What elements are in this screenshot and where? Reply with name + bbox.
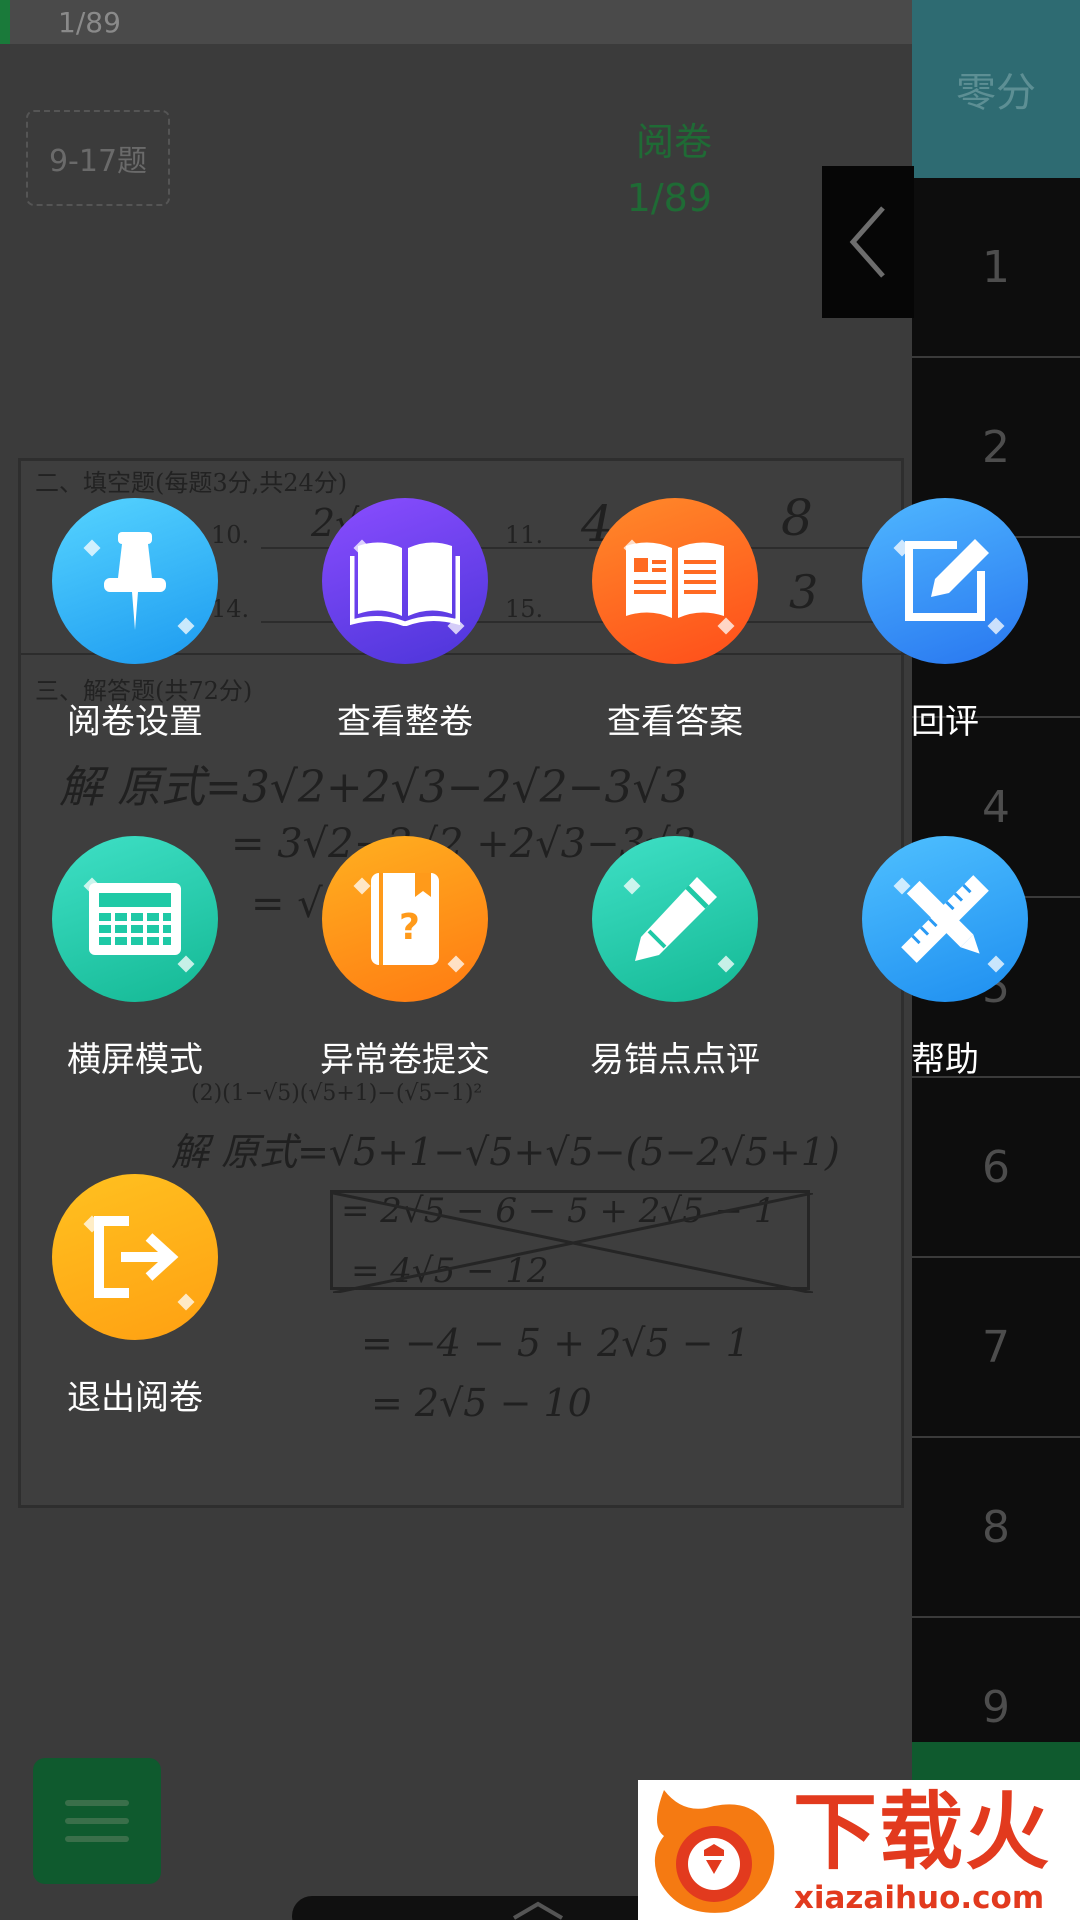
question-book-icon: ? — [371, 873, 439, 965]
zero-score-button[interactable]: 零分 — [912, 0, 1080, 178]
work-line-8: = 2√5 − 10 — [371, 1381, 592, 1425]
menu-label: 易错点点评 — [590, 1040, 760, 1080]
menu-item-error-point-review[interactable]: 易错点点评 — [555, 836, 795, 1116]
crossed-out-work — [330, 1190, 813, 1293]
watermark: 下载火 xiazaihuo.com — [638, 1780, 1080, 1920]
screen: 1/89 9-17题 阅卷 1/89 二、填空题(每题3分,共24分) 10. … — [0, 0, 1080, 1920]
menu-label: 帮助 — [911, 1040, 979, 1080]
exit-icon — [94, 1216, 179, 1298]
review-progress: 1/89 — [626, 176, 712, 220]
menu-label: 退出阅卷 — [67, 1378, 203, 1418]
menu-item-view-answers[interactable]: 查看答案 — [555, 498, 795, 778]
collapse-panel-button[interactable] — [822, 166, 914, 318]
review-counter: 阅卷 1/89 — [627, 114, 712, 226]
menu-icon-bg — [862, 498, 1028, 664]
pencil-icon — [635, 877, 717, 961]
pushpin-icon — [104, 532, 166, 630]
work-line-7: = −4 − 5 + 2√5 − 1 — [361, 1321, 750, 1365]
menu-label: 查看答案 — [607, 702, 743, 742]
cross-out-lines — [333, 1193, 813, 1293]
question-number-item[interactable]: 7 — [912, 1258, 1080, 1438]
menu-item-re-review[interactable]: 回评 — [825, 498, 1065, 778]
menu-item-help[interactable]: 帮助 — [825, 836, 1065, 1116]
progress-strip: 1/89 — [0, 0, 912, 44]
question-number-item[interactable]: 1 — [912, 178, 1080, 358]
menu-label: 异常卷提交 — [320, 1040, 490, 1080]
chevron-left-icon — [849, 206, 885, 278]
question-range-button[interactable]: 9-17题 — [26, 110, 170, 206]
hamburger-line — [65, 1836, 129, 1842]
menu-icon-bg — [322, 498, 488, 664]
question-number-item[interactable]: 9 — [912, 1618, 1080, 1798]
work-line-4: 解 原式=√5+1−√5+√5−(5−2√5+1) — [171, 1130, 840, 1174]
watermark-url: xiazaihuo.com — [793, 1880, 1045, 1916]
progress-accent — [0, 0, 10, 44]
menu-item-exit-grading[interactable]: 退出阅卷 — [15, 1174, 255, 1454]
hamburger-menu-button[interactable] — [33, 1758, 161, 1884]
menu-icon-bg — [52, 498, 218, 664]
menu-icon-bg: ? — [322, 836, 488, 1002]
chevron-up-icon — [512, 1901, 564, 1920]
hamburger-line — [65, 1818, 129, 1824]
menu-item-landscape-mode[interactable]: 横屏模式 — [15, 836, 255, 1116]
watermark-title: 下载火 — [792, 1783, 1051, 1881]
edit-icon — [905, 539, 989, 621]
progress-text: 1/89 — [58, 6, 121, 39]
menu-label: 查看整卷 — [337, 702, 473, 742]
menu-item-view-full-paper[interactable]: 查看整卷 — [285, 498, 525, 778]
sparkle — [447, 955, 465, 973]
menu-label: 横屏模式 — [67, 1040, 203, 1080]
menu-icon-bg — [592, 836, 758, 1002]
question-number-item[interactable]: 8 — [912, 1438, 1080, 1618]
hamburger-line — [65, 1800, 129, 1806]
menu-item-grading-settings[interactable]: 阅卷设置 — [15, 498, 255, 778]
menu-icon-bg — [592, 498, 758, 664]
keyboard-icon — [89, 883, 181, 955]
menu-icon-bg — [862, 836, 1028, 1002]
menu-icon-bg — [52, 836, 218, 1002]
menu-icon-bg — [52, 1174, 218, 1340]
review-title: 阅卷 — [635, 120, 712, 164]
gesture-bar[interactable] — [292, 1896, 672, 1920]
ruler-pencil-icon — [901, 875, 989, 963]
sparkle — [177, 617, 195, 635]
menu-label: 回评 — [911, 702, 979, 742]
menu-item-abnormal-paper-submit[interactable]: ? 异常卷提交 — [285, 836, 525, 1116]
section-fill-heading: 二、填空题(每题3分,共24分) — [35, 469, 348, 497]
svg-text:?: ? — [399, 907, 420, 948]
menu-label: 阅卷设置 — [67, 702, 203, 742]
